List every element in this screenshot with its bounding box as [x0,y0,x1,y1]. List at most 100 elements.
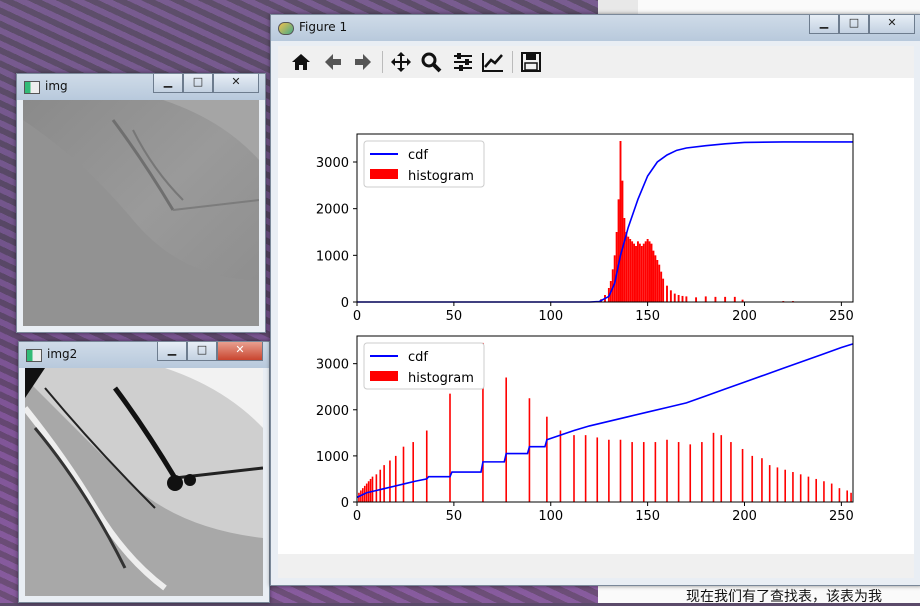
matplotlib-icon [278,22,294,35]
figure-toolbar [278,46,914,79]
legend-histogram-swatch [370,169,398,179]
x-tick-label: 100 [538,309,563,324]
x-tick-label: 150 [635,309,660,324]
histogram-bar [838,488,841,502]
x-tick-label: 150 [635,509,660,524]
zoom-icon[interactable] [418,49,444,75]
y-tick-label: 2000 [316,404,349,419]
histogram-bar [648,241,651,302]
histogram-bar [642,243,645,302]
minimize-button[interactable]: ▁ [153,74,183,93]
img2-client [25,368,263,596]
configure-subplots-icon[interactable] [450,49,476,75]
toolbar-separator [382,51,383,73]
histogram-bar [656,260,659,302]
histogram-bar [751,455,754,502]
histogram-bar [658,264,661,302]
x-tick-label: 200 [732,509,757,524]
histogram-bar [559,430,562,502]
figure-canvas[interactable]: 0 50 100 150 200 250 0 1000 2000 3000 cdf histogram… [278,78,914,554]
histogram-bar [669,290,672,302]
histogram-bar [638,243,641,302]
figure-svg: 0 50 100 150 200 2500100020003000cdfhistogram… [316,133,854,524]
minimize-button[interactable]: ▁ [809,15,839,34]
histogram-bar [631,241,634,302]
histogram-bar [761,458,763,502]
histogram-bar [666,285,668,302]
close-button[interactable]: ✕ [213,74,259,93]
legend-label-histogram: histogram [408,169,474,184]
histogram-bar [677,295,680,302]
back-icon[interactable] [320,49,346,75]
histogram-bar [720,435,723,502]
histogram-bar [666,439,668,502]
histogram-bar [402,446,405,502]
histogram-bar [677,442,680,502]
histogram-bar [792,472,794,502]
y-tick-label: 3000 [316,156,349,171]
grayscale-photo [23,100,259,326]
histogram-bar [635,246,637,302]
histogram-bar [733,296,736,302]
histogram-bar [646,239,649,302]
minimize-button[interactable]: ▁ [157,342,187,361]
histogram-bar [596,437,599,502]
histogram-bar [573,435,575,502]
legend-label-histogram: histogram [408,371,474,386]
close-button[interactable]: ✕ [869,15,915,34]
figure-statusbar [278,554,914,578]
x-tick-label: 100 [538,509,563,524]
y-tick-label: 3000 [316,358,349,373]
histogram-bar [371,476,374,502]
histogram-bar [631,442,633,502]
forward-icon[interactable] [350,49,376,75]
histogram-bar [712,432,715,502]
edit-axis-icon[interactable] [480,49,506,75]
save-icon[interactable] [518,49,544,75]
histogram-bar [689,444,692,502]
x-tick-label: 250 [829,309,854,324]
histogram-bar [425,430,428,502]
histogram-bar [627,236,630,302]
histogram-bar [701,442,703,502]
equalized-photo [25,368,263,596]
histogram-bar [846,490,848,502]
img2-titlebar[interactable]: img2 ▁ □ ✕ [19,342,269,368]
histogram-bar [642,442,645,502]
histogram-bar [681,295,684,302]
histogram-bar [619,141,622,302]
x-tick-label: 250 [829,509,854,524]
histogram-bar [730,442,732,502]
y-tick-label: 2000 [316,203,349,218]
x-tick-label: 200 [732,309,757,324]
histogram-bar [505,377,507,502]
histogram-bar [807,476,810,502]
histogram-bar [389,460,391,502]
close-button[interactable]: ✕ [217,342,263,361]
legend-histogram-swatch [370,371,398,381]
maximize-button[interactable]: □ [187,342,217,361]
histogram-bar [823,481,825,502]
histogram-bar [724,296,727,302]
y-tick-label: 1000 [316,249,349,264]
histogram-bar [394,455,397,502]
histogram-bar [662,278,665,302]
home-icon[interactable] [288,49,314,75]
img-titlebar[interactable]: img ▁ □ ✕ [17,74,265,100]
histogram-bar [685,296,688,302]
window-title: img [45,79,68,93]
histogram-bar [695,297,698,302]
img-window: img ▁ □ ✕ [16,73,266,333]
maximize-button[interactable]: □ [183,74,213,93]
histogram-bar [830,483,833,502]
window-title: Figure 1 [299,20,348,34]
x-tick-label: 50 [446,509,463,524]
maximize-button[interactable]: □ [839,15,869,34]
histogram-bar [652,250,655,302]
figure-titlebar[interactable]: Figure 1 ▁ □ ✕ [271,15,920,41]
histogram-bar [815,478,817,502]
pan-icon[interactable] [388,49,414,75]
background-text: 现在我们有了查找表，该表为我 [686,589,882,605]
y-tick-label: 0 [341,296,349,311]
histogram-bar [633,243,636,302]
